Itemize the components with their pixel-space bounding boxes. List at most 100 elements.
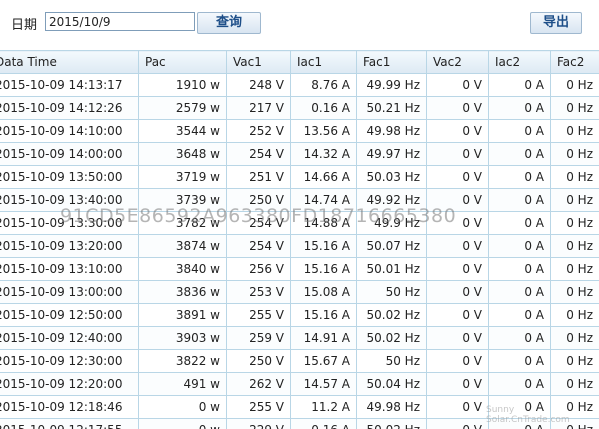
table-header-row: Data Time Pac Vac1 Iac1 Fac1 Vac2 Iac2 F… <box>0 50 599 74</box>
cell-fac2: 0 Hz <box>550 211 599 235</box>
column-header-vac2[interactable]: Vac2 <box>426 50 489 74</box>
cell-fac1: 50.02 Hz <box>356 326 427 350</box>
cell-pac: 3544 w <box>138 119 227 143</box>
column-header-vac1[interactable]: Vac1 <box>226 50 291 74</box>
table-row[interactable]: 2015-10-09 13:30:00 3782 w 254 V 14.88 A 49.… <box>0 211 599 235</box>
cell-data-time: 2015-10-09 13:50:00 <box>0 165 139 189</box>
cell-vac2: 0 V <box>426 349 489 373</box>
table-row[interactable]: 2015-10-09 13:10:00 3840 w 256 V 15.16 A 50.… <box>0 257 599 281</box>
table-row[interactable]: 2015-10-09 12:50:00 3891 w 255 V 15.16 A 50.… <box>0 303 599 327</box>
cell-vac1: 256 V <box>226 257 291 281</box>
cell-iac1: 14.88 A <box>290 211 357 235</box>
cell-data-time: 2015-10-09 14:13:17 <box>0 73 139 97</box>
cell-iac1: 14.57 A <box>290 372 357 396</box>
table-row[interactable]: 2015-10-09 12:17:550 w229 V0.16 A50.02 H… <box>0 418 599 429</box>
table-row[interactable]: 2015-10-09 12:40:00 3903 w 259 V 14.91 A 50.… <box>0 326 599 350</box>
table-row[interactable]: 2015-10-09 14:13:17 1910 w 248 V 8.76 A 49.9… <box>0 73 599 97</box>
table-row[interactable]: 2015-10-09 13:20:00 3874 w 254 V 15.16 A 50.… <box>0 234 599 258</box>
cell-vac1: 262 V <box>226 372 291 396</box>
column-header-fac1[interactable]: Fac1 <box>356 50 427 74</box>
export-button[interactable]: 导出 <box>530 12 582 34</box>
column-header-iac1[interactable]: Iac1 <box>290 50 357 74</box>
cell-data-time: 2015-10-09 13:30:00 <box>0 211 139 235</box>
cell-vac1: 217 V <box>226 96 291 120</box>
cell-fac1: 49.99 Hz <box>356 73 427 97</box>
table-row[interactable]: 2015-10-09 13:50:00 3719 w 251 V 14.66 A 50.… <box>0 165 599 189</box>
cell-fac1: 50.04 Hz <box>356 372 427 396</box>
data-table: Data Time Pac Vac1 Iac1 Fac1 Vac2 Iac2 F… <box>0 50 599 429</box>
cell-data-time: 2015-10-09 13:20:00 <box>0 234 139 258</box>
cell-iac2: 0 A <box>488 280 551 304</box>
cell-pac: 0 w <box>138 395 227 419</box>
column-header-pac[interactable]: Pac <box>138 50 227 74</box>
cell-pac: 3891 w <box>138 303 227 327</box>
date-label: 日期 <box>11 18 38 33</box>
table-row[interactable]: 2015-10-09 14:12:26 2579 w 217 V 0.16 A 50.2… <box>0 96 599 120</box>
cell-fac1: 50.03 Hz <box>356 165 427 189</box>
cell-iac1: 15.16 A <box>290 234 357 258</box>
date-input[interactable] <box>45 12 195 31</box>
table-row[interactable]: 2015-10-09 14:00:00 3648 w 254 V 14.32 A 49.… <box>0 142 599 166</box>
cell-vac1: 250 V <box>226 349 291 373</box>
cell-iac1: 15.67 A <box>290 349 357 373</box>
query-button[interactable]: 查询 <box>197 12 261 34</box>
cell-pac: 3822 w <box>138 349 227 373</box>
column-header-fac2[interactable]: Fac2 <box>550 50 599 74</box>
cell-iac1: 8.76 A <box>290 73 357 97</box>
cell-iac1: 15.08 A <box>290 280 357 304</box>
cell-fac2: 0 Hz <box>550 119 599 143</box>
cell-fac2: 0 Hz <box>550 326 599 350</box>
cell-vac2: 0 V <box>426 211 489 235</box>
cell-iac2: 0 A <box>488 165 551 189</box>
cell-fac2: 0 Hz <box>550 96 599 120</box>
cell-vac2: 0 V <box>426 119 489 143</box>
cell-iac2: 0 A <box>488 188 551 212</box>
cell-iac1: 14.74 A <box>290 188 357 212</box>
cell-fac2: 0 Hz <box>550 280 599 304</box>
cell-iac2: 0 A <box>488 234 551 258</box>
cell-fac1: 50.21 Hz <box>356 96 427 120</box>
column-header-iac2[interactable]: Iac2 <box>488 50 551 74</box>
cell-vac1: 255 V <box>226 303 291 327</box>
cell-iac2: 0 A <box>488 119 551 143</box>
cell-vac2: 0 V <box>426 418 489 429</box>
cell-data-time: 2015-10-09 12:40:00 <box>0 326 139 350</box>
cell-vac2: 0 V <box>426 142 489 166</box>
cell-vac1: 250 V <box>226 188 291 212</box>
cell-pac: 3719 w <box>138 165 227 189</box>
cell-data-time: 2015-10-09 12:17:55 <box>0 418 139 429</box>
cell-iac1: 13.56 A <box>290 119 357 143</box>
cell-data-time: 2015-10-09 14:00:00 <box>0 142 139 166</box>
table-row[interactable]: 2015-10-09 12:30:00 3822 w 250 V 15.67 A 50 … <box>0 349 599 373</box>
cell-vac1: 259 V <box>226 326 291 350</box>
cell-vac2: 0 V <box>426 395 489 419</box>
cell-iac1: 0.16 A <box>290 418 357 429</box>
cell-iac2: 0 A <box>488 395 551 419</box>
cell-pac: 3648 w <box>138 142 227 166</box>
cell-pac: 3903 w <box>138 326 227 350</box>
column-header-data-time[interactable]: Data Time <box>0 50 139 74</box>
cell-vac2: 0 V <box>426 257 489 281</box>
cell-fac1: 49.98 Hz <box>356 395 427 419</box>
table-row[interactable]: 2015-10-09 12:18:46 0 w 255 V 11.2 A 49.98 H… <box>0 395 599 419</box>
cell-vac2: 0 V <box>426 326 489 350</box>
cell-iac1: 15.16 A <box>290 257 357 281</box>
cell-fac2: 0 Hz <box>550 73 599 97</box>
cell-iac2: 0 A <box>488 418 551 429</box>
table-row[interactable]: 2015-10-09 13:40:00 3739 w 250 V 14.74 A 49.… <box>0 188 599 212</box>
cell-iac2: 0 A <box>488 349 551 373</box>
cell-vac1: 254 V <box>226 211 291 235</box>
cell-iac1: 14.91 A <box>290 326 357 350</box>
cell-fac1: 50.02 Hz <box>356 303 427 327</box>
cell-fac2: 0 Hz <box>550 303 599 327</box>
cell-data-time: 2015-10-09 12:20:00 <box>0 372 139 396</box>
cell-pac: 3836 w <box>138 280 227 304</box>
cell-iac2: 0 A <box>488 142 551 166</box>
table-row[interactable]: 2015-10-09 13:00:00 3836 w 253 V 15.08 A 50 … <box>0 280 599 304</box>
cell-vac1: 254 V <box>226 234 291 258</box>
cell-fac2: 0 Hz <box>550 349 599 373</box>
table-row[interactable]: 2015-10-09 12:20:00 491 w 262 V 14.57 A 50.0… <box>0 372 599 396</box>
cell-iac1: 11.2 A <box>290 395 357 419</box>
cell-iac2: 0 A <box>488 326 551 350</box>
table-row[interactable]: 2015-10-09 14:10:00 3544 w 252 V 13.56 A 49.… <box>0 119 599 143</box>
